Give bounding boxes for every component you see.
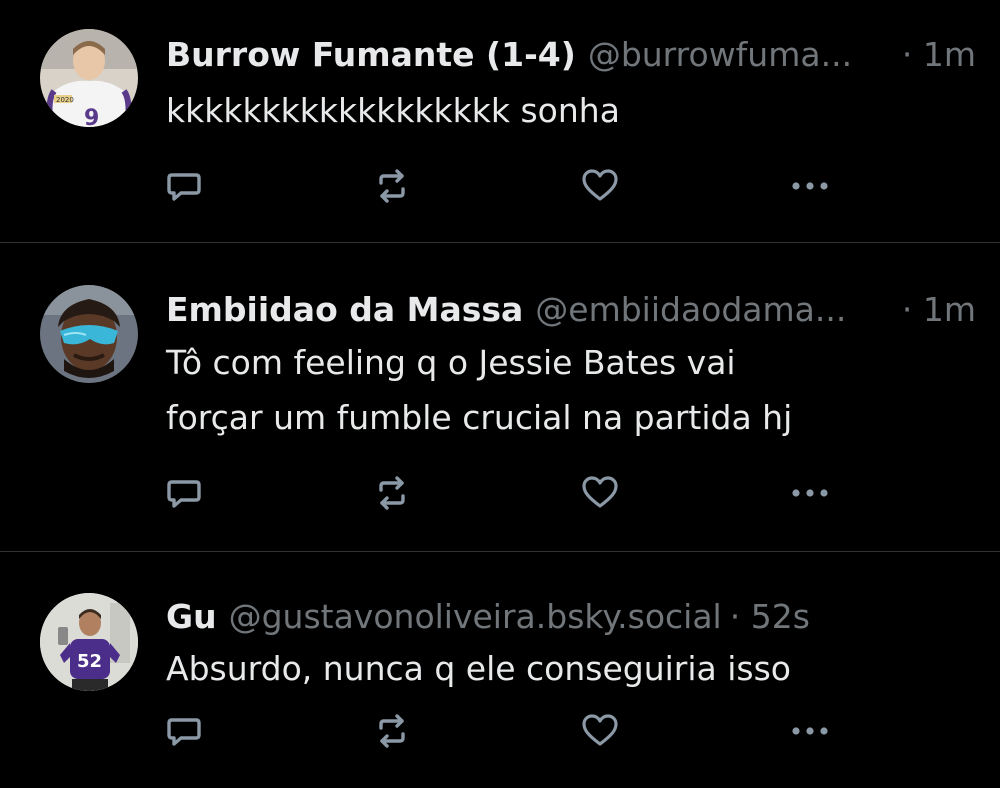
display-name[interactable]: Burrow Fumante (1-4)	[166, 35, 576, 75]
action-bar	[162, 471, 842, 515]
reply-icon	[167, 718, 201, 746]
like-button[interactable]	[578, 164, 622, 208]
timestamp[interactable]: · 1m	[902, 35, 976, 75]
repost-button[interactable]	[370, 471, 414, 515]
post[interactable]: 2020 9 Burrow Fumante (1-4) @burrowfuma.…	[0, 0, 1000, 243]
reply-icon	[167, 173, 201, 201]
repost-icon	[379, 169, 405, 203]
avatar-football-player-photo: 2020 9	[40, 29, 138, 127]
action-bar	[162, 164, 842, 208]
reply-button[interactable]	[162, 709, 206, 753]
repost-icon	[379, 714, 405, 748]
svg-text:52: 52	[77, 651, 102, 672]
post-header: Embiidao da Massa @embiidaodama... · 1m	[166, 290, 976, 330]
reply-button[interactable]	[162, 164, 206, 208]
more-options-icon	[792, 489, 828, 497]
avatar[interactable]: 2020 9	[40, 29, 138, 127]
avatar-man-with-sunglasses-photo	[40, 285, 138, 383]
handle[interactable]: @burrowfuma...	[588, 35, 894, 75]
post[interactable]: 52 Gu @gustavonoliveira.bsky.social · 52…	[0, 552, 1000, 788]
reply-button[interactable]	[162, 471, 206, 515]
avatar-selfie-purple-jersey-photo: 52	[40, 593, 138, 691]
more-options-icon	[792, 182, 828, 190]
timestamp[interactable]: · 52s	[730, 597, 810, 637]
post[interactable]: Embiidao da Massa @embiidaodama... · 1m …	[0, 243, 1000, 552]
svg-text:2020: 2020	[56, 96, 74, 104]
post-text: Tô com feeling q o Jessie Bates vai forç…	[166, 335, 960, 445]
like-icon	[582, 714, 618, 746]
post-text-line: forçar um fumble crucial na partida hj	[166, 398, 793, 437]
post-text-line: Absurdo, nunca q ele conseguiria isso	[166, 649, 792, 688]
like-icon	[582, 169, 618, 201]
post-text: kkkkkkkkkkkkkkkkkk sonha	[166, 83, 960, 138]
post-text: Absurdo, nunca q ele conseguiria isso	[166, 641, 960, 696]
reply-icon	[167, 480, 201, 508]
more-options-icon	[792, 727, 828, 735]
repost-button[interactable]	[370, 164, 414, 208]
feed: 2020 9 Burrow Fumante (1-4) @burrowfuma.…	[0, 0, 1000, 788]
like-button[interactable]	[578, 709, 622, 753]
timestamp[interactable]: · 1m	[902, 290, 976, 330]
avatar[interactable]: 52	[40, 593, 138, 691]
svg-text:9: 9	[84, 106, 99, 127]
repost-button[interactable]	[370, 709, 414, 753]
post-header: Burrow Fumante (1-4) @burrowfuma... · 1m	[166, 35, 976, 75]
handle[interactable]: @embiidaodama...	[535, 290, 894, 330]
post-text-line: kkkkkkkkkkkkkkkkkk sonha	[166, 91, 620, 130]
like-button[interactable]	[578, 471, 622, 515]
display-name[interactable]: Embiidao da Massa	[166, 290, 523, 330]
avatar[interactable]	[40, 285, 138, 383]
handle[interactable]: @gustavonoliveira.bsky.social	[229, 597, 722, 637]
action-bar	[162, 709, 842, 753]
more-options-button[interactable]	[788, 709, 832, 753]
like-icon	[582, 476, 618, 508]
post-header: Gu @gustavonoliveira.bsky.social · 52s	[166, 597, 976, 637]
more-options-button[interactable]	[788, 471, 832, 515]
display-name[interactable]: Gu	[166, 597, 217, 637]
more-options-button[interactable]	[788, 164, 832, 208]
post-text-line: Tô com feeling q o Jessie Bates vai	[166, 343, 736, 382]
repost-icon	[379, 476, 405, 510]
